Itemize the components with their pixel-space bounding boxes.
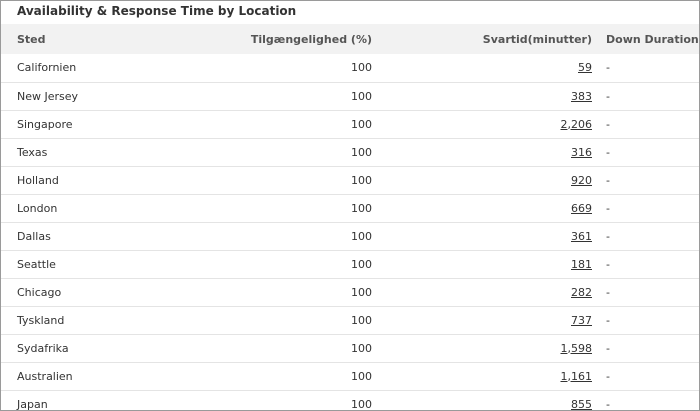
availability-cell: 100 (351, 173, 372, 187)
response-time-cell: 361 (382, 222, 602, 250)
location-cell: Sydafrika (17, 341, 69, 355)
down-duration-cell: - (606, 369, 610, 383)
response-time-cell: 920 (382, 166, 602, 194)
response-time-cell: 669 (382, 194, 602, 222)
response-time-link[interactable]: 282 (571, 286, 592, 299)
table-row: Singapore 100 2,206- (1, 110, 699, 138)
panel-title: Availability & Response Time by Location (17, 4, 297, 18)
down-duration-cell: - (606, 341, 610, 355)
response-time-link[interactable]: 59 (578, 61, 592, 74)
response-time-cell: 181 (382, 250, 602, 278)
availability-cell: 100 (351, 397, 372, 411)
down-duration-cell: - (606, 229, 610, 243)
down-duration-cell: - (606, 257, 610, 271)
location-cell: Seattle (17, 257, 56, 271)
table-row: Chicago 100 282 - (1, 278, 699, 306)
location-cell: Chicago (17, 285, 62, 299)
availability-cell: 100 (351, 61, 372, 75)
table-row: Japan 100 855 - (1, 390, 699, 411)
availability-cell: 100 (351, 145, 372, 159)
response-time-link[interactable]: 2,206 (561, 118, 593, 131)
table-row: New Jersey 100 383 - (1, 82, 699, 110)
response-time-link[interactable]: 920 (571, 174, 592, 187)
availability-cell: 100 (351, 89, 372, 103)
response-time-link[interactable]: 383 (571, 90, 592, 103)
location-cell: New Jersey (17, 89, 79, 103)
availability-cell: 100 (351, 369, 372, 383)
down-duration-cell: - (606, 285, 610, 299)
availability-cell: 100 (351, 341, 372, 355)
response-time-link[interactable]: 316 (571, 146, 592, 159)
table-row: Tyskland 100 737 - (1, 306, 699, 334)
response-time-cell: 737 (382, 306, 602, 334)
table-row: Californien 100 59 - (1, 54, 699, 82)
response-time-cell: 1,161 (382, 362, 602, 390)
table-row: Texas 100 316 - (1, 138, 699, 166)
down-duration-cell: - (606, 145, 610, 159)
location-cell: Dallas (17, 229, 51, 243)
column-header-availability: Tilgængelighed (%) (250, 32, 372, 46)
location-cell: Tyskland (17, 313, 65, 327)
down-duration-cell: - (606, 397, 610, 411)
response-time-link[interactable]: 855 (571, 398, 592, 411)
response-time-link[interactable]: 181 (571, 258, 592, 271)
response-time-link[interactable]: 669 (571, 202, 592, 215)
response-time-cell: 59 (382, 54, 602, 82)
response-time-link[interactable]: 361 (571, 230, 592, 243)
table-row: Dallas 100 361 - (1, 222, 699, 250)
availability-cell: 100 (351, 285, 372, 299)
response-time-link[interactable]: 737 (571, 314, 592, 327)
column-header-down-duration: Down Duration (606, 32, 699, 46)
availability-panel: Availability & Response Time by Location… (0, 0, 700, 411)
response-time-cell: 282 (382, 278, 602, 306)
response-time-link[interactable]: 1,598 (561, 342, 593, 355)
response-time-link[interactable]: 1,161 (561, 370, 593, 383)
response-time-cell: 383 (382, 82, 602, 110)
down-duration-cell: - (606, 61, 610, 75)
table-body: Californien 100 59- New Jersey 100 383- Singap… (1, 54, 699, 411)
table-row: Holland 100 920 - (1, 166, 699, 194)
response-time-cell: 316 (382, 138, 602, 166)
location-cell: Singapore (17, 117, 73, 131)
location-cell: Holland (17, 173, 59, 187)
location-table: Sted Tilgængelighed (%) Svartid(minutter… (1, 24, 699, 411)
column-header-response-time: Svartid(minutter) (482, 32, 592, 46)
down-duration-cell: - (606, 173, 610, 187)
availability-cell: 100 (351, 201, 372, 215)
table-row: Sydafrika 100 1,598- (1, 334, 699, 362)
table-row: Australien 100 1,161- (1, 362, 699, 390)
table-header-row: Sted Tilgængelighed (%) Svartid(minutter… (1, 24, 699, 54)
table-row: Seattle 100 181 - (1, 250, 699, 278)
down-duration-cell: - (606, 313, 610, 327)
availability-cell: 100 (351, 117, 372, 131)
response-time-cell: 1,598 (382, 334, 602, 362)
column-header-location: Sted (17, 32, 46, 46)
location-cell: Japan (17, 397, 48, 411)
location-cell: Californien (17, 61, 77, 75)
down-duration-cell: - (606, 117, 610, 131)
down-duration-cell: - (606, 89, 610, 103)
down-duration-cell: - (606, 201, 610, 215)
location-cell: Australien (17, 369, 73, 383)
table-row: London 100 669 - (1, 194, 699, 222)
availability-cell: 100 (351, 257, 372, 271)
response-time-cell: 855 (382, 390, 602, 411)
response-time-cell: 2,206 (382, 110, 602, 138)
availability-cell: 100 (351, 229, 372, 243)
location-cell: London (17, 201, 58, 215)
availability-cell: 100 (351, 313, 372, 327)
location-cell: Texas (17, 145, 48, 159)
